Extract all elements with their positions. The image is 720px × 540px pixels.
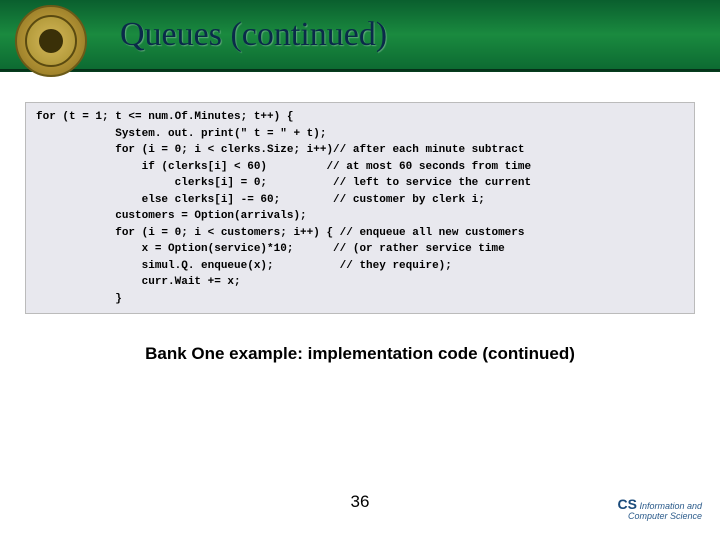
slide-caption: Bank One example: implementation code (c…: [0, 344, 720, 364]
code-line: for (i = 0; i < customers; i++) { // enq…: [36, 225, 684, 242]
code-block: for (t = 1; t <= num.Of.Minutes; t++) { …: [25, 102, 695, 314]
university-logo: [15, 5, 87, 77]
code-line: else clerks[i] -= 60; // customer by cle…: [36, 192, 684, 209]
code-line: System. out. print(" t = " + t);: [36, 126, 684, 143]
footer-line2: Computer Science: [628, 511, 702, 521]
code-line: for (i = 0; i < clerks.Size; i++)// afte…: [36, 142, 684, 159]
department-logo: CS Information and Computer Science: [617, 497, 702, 522]
code-line: }: [36, 291, 684, 308]
page-number: 36: [351, 492, 370, 512]
code-line: customers = Option(arrivals);: [36, 208, 684, 225]
footer-line1: Information and: [639, 501, 702, 511]
cs-badge: CS: [617, 496, 636, 512]
code-line: clerks[i] = 0; // left to service the cu…: [36, 175, 684, 192]
code-line: x = Option(service)*10; // (or rather se…: [36, 241, 684, 258]
code-line: curr.Wait += x;: [36, 274, 684, 291]
code-line: for (t = 1; t <= num.Of.Minutes; t++) {: [36, 109, 684, 126]
code-line: if (clerks[i] < 60) // at most 60 second…: [36, 159, 684, 176]
slide-title: Queues (continued): [120, 16, 387, 54]
code-line: simul.Q. enqueue(x); // they require);: [36, 258, 684, 275]
slide-header: Queues (continued): [0, 0, 720, 72]
